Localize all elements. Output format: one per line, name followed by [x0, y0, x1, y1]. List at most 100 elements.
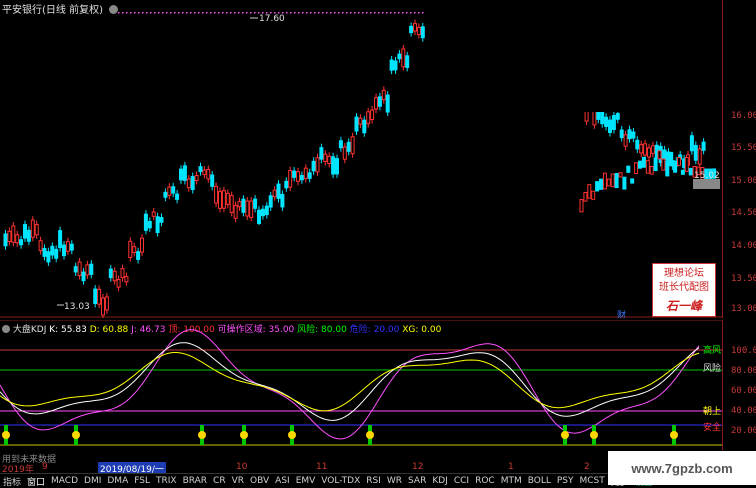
- tab-19[interactable]: ROC: [472, 476, 498, 486]
- candle: [194, 174, 199, 182]
- signal-dot: [362, 12, 364, 14]
- candle: [225, 192, 230, 205]
- candle: [401, 48, 406, 68]
- signal-dot: [202, 12, 204, 14]
- candle: [583, 191, 588, 202]
- signal-dot: [326, 12, 328, 14]
- candle: [163, 191, 168, 198]
- candle: [409, 25, 414, 34]
- candle: [634, 162, 639, 175]
- axis-tick: 20.00: [731, 426, 756, 436]
- tab-14[interactable]: RSI: [363, 476, 384, 486]
- high-label: 17.60: [259, 14, 285, 24]
- candle: [669, 151, 674, 165]
- tab-7[interactable]: BRAR: [180, 476, 210, 486]
- candle: [323, 153, 328, 162]
- tab-9[interactable]: VR: [229, 476, 247, 486]
- axis-tick: 80.00: [731, 366, 756, 376]
- candle: [237, 201, 242, 208]
- candle: [315, 157, 320, 173]
- tab-15[interactable]: WR: [384, 476, 405, 486]
- candle: [85, 264, 90, 276]
- signal-dot: [170, 12, 172, 14]
- candle: [413, 23, 417, 32]
- signal-dot: [134, 12, 136, 14]
- signal-dot: [142, 12, 144, 14]
- signal-dot: [306, 12, 308, 14]
- signal-dot: [126, 12, 128, 14]
- tab-13[interactable]: VOL-TDX: [318, 476, 363, 486]
- candle: [120, 268, 125, 279]
- candle: [649, 165, 654, 175]
- candle: [693, 144, 698, 161]
- signal-dot: [298, 12, 300, 14]
- zone-label-risk: 风险: [703, 362, 721, 374]
- tab-0[interactable]: 指标: [0, 475, 24, 488]
- candle: [116, 278, 121, 288]
- candle: [405, 55, 410, 68]
- candle: [206, 169, 211, 180]
- signal-dot: [138, 12, 140, 14]
- tab-5[interactable]: FSL: [131, 476, 153, 486]
- tab-18[interactable]: CCI: [451, 476, 472, 486]
- overlay-box: [236, 225, 520, 263]
- candle: [627, 129, 632, 140]
- candle: [611, 115, 616, 130]
- tab-22[interactable]: PSY: [554, 476, 577, 486]
- candle: [377, 96, 382, 107]
- watermark-signature: 石一峰: [665, 299, 702, 313]
- smiley-icon: [2, 431, 10, 439]
- tab-11[interactable]: ASI: [272, 476, 293, 486]
- candle: [241, 198, 246, 213]
- candle: [389, 59, 394, 71]
- signal-dot: [338, 12, 340, 14]
- candle: [15, 234, 20, 244]
- candle: [311, 160, 316, 172]
- candle: [245, 200, 250, 217]
- month-tick: 11: [316, 462, 328, 472]
- tab-20[interactable]: MTM: [498, 476, 525, 486]
- tab-4[interactable]: DMA: [104, 476, 131, 486]
- signal-dot: [230, 12, 232, 14]
- candle: [622, 176, 627, 190]
- tab-1[interactable]: 窗口: [24, 475, 48, 488]
- tab-23[interactable]: MCST: [577, 476, 608, 486]
- tab-17[interactable]: KDJ: [429, 476, 451, 486]
- tab-3[interactable]: DMI: [81, 476, 104, 486]
- signal-dot: [314, 12, 316, 14]
- tab-21[interactable]: BOLL: [525, 476, 554, 486]
- candle: [179, 168, 183, 181]
- candle: [677, 157, 681, 166]
- candle: [346, 141, 351, 152]
- tab-12[interactable]: EMV: [293, 476, 319, 486]
- tab-6[interactable]: TRIX: [153, 476, 180, 486]
- signal-dot: [226, 12, 228, 14]
- candle: [689, 135, 694, 152]
- candle: [303, 167, 308, 180]
- candle: [62, 244, 66, 257]
- axis-tick: 14.00: [731, 241, 756, 251]
- signal-dot: [286, 12, 288, 14]
- candle: [595, 181, 600, 192]
- candle: [680, 169, 685, 175]
- smiley-icon: [198, 431, 206, 439]
- tab-10[interactable]: OBV: [247, 476, 272, 486]
- smiley-icon: [561, 431, 569, 439]
- signal-dot: [218, 12, 220, 14]
- tab-16[interactable]: SAR: [405, 476, 429, 486]
- tab-2[interactable]: MACD: [48, 476, 81, 486]
- candle: [159, 217, 164, 223]
- candle: [650, 145, 655, 154]
- candle: [257, 209, 261, 224]
- signal-dot: [318, 12, 320, 14]
- month-tick: 10: [236, 462, 248, 472]
- fin-marker[interactable]: 财: [617, 309, 626, 318]
- price-chart[interactable]: 17.60 13.03 财 15.02: [0, 0, 722, 318]
- indicator-axis: 100.0 80.00 60.00 40.00 20.00: [722, 320, 756, 450]
- tab-8[interactable]: CR: [210, 476, 229, 486]
- kdj-indicator-chart[interactable]: 高风 风险 朝上 安全: [0, 320, 722, 450]
- candle: [599, 178, 603, 190]
- candle: [600, 110, 605, 125]
- signal-dot: [234, 12, 236, 14]
- signal-dot: [254, 12, 256, 14]
